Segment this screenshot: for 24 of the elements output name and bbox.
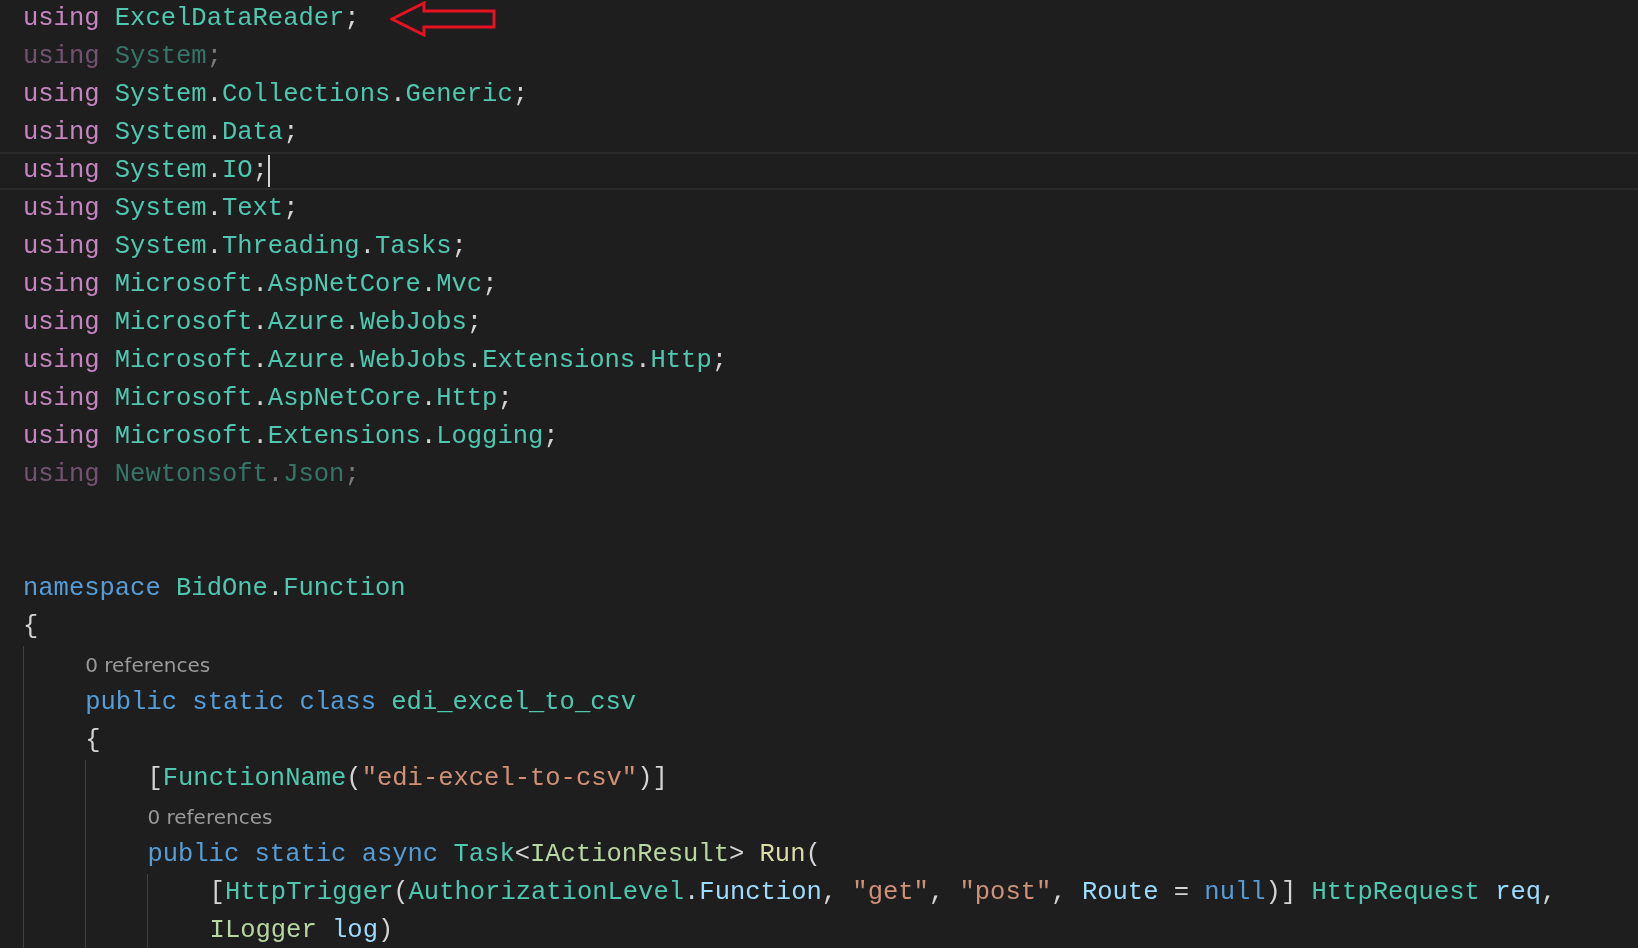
code-line: using Microsoft.Azure.WebJobs.Extensions.Http; bbox=[23, 344, 727, 377]
code-lens-references[interactable]: 0 references bbox=[147, 802, 273, 832]
code-line: [FunctionName("edi-excel-to-csv")] bbox=[147, 762, 668, 795]
code-line: using System.Threading.Tasks; bbox=[23, 230, 467, 263]
code-line: using System; bbox=[23, 40, 222, 73]
code-line: public static class edi_excel_to_csv bbox=[85, 686, 637, 719]
text-cursor bbox=[267, 155, 270, 187]
code-line: using Microsoft.Azure.WebJobs; bbox=[23, 306, 483, 339]
code-line: using Newtonsoft.Json; bbox=[23, 458, 360, 491]
code-line: using Microsoft.AspNetCore.Http; bbox=[23, 382, 513, 415]
code-line: using System.Data; bbox=[23, 116, 299, 149]
code-line: { bbox=[85, 724, 101, 757]
code-line: { bbox=[23, 610, 39, 643]
code-line: [HttpTrigger(AuthorizationLevel.Function, "get", "post", Route = null)] HttpRequest req, bbox=[209, 876, 1557, 909]
code-line: namespace BidOne.Function bbox=[23, 572, 406, 605]
code-line: using System.Collections.Generic; bbox=[23, 78, 529, 111]
code-line: using ExcelDataReader; bbox=[23, 2, 360, 35]
code-line: ILogger log) bbox=[209, 914, 394, 947]
code-line: using Microsoft.Extensions.Logging; bbox=[23, 420, 559, 453]
code-line: public static async Task<IActionResult> Run( bbox=[147, 838, 821, 871]
code-lens-references[interactable]: 0 references bbox=[85, 650, 211, 680]
code-line: using System.Text; bbox=[23, 192, 299, 225]
code-line: using System.IO; bbox=[23, 154, 268, 187]
code-line: using Microsoft.AspNetCore.Mvc; bbox=[23, 268, 498, 301]
